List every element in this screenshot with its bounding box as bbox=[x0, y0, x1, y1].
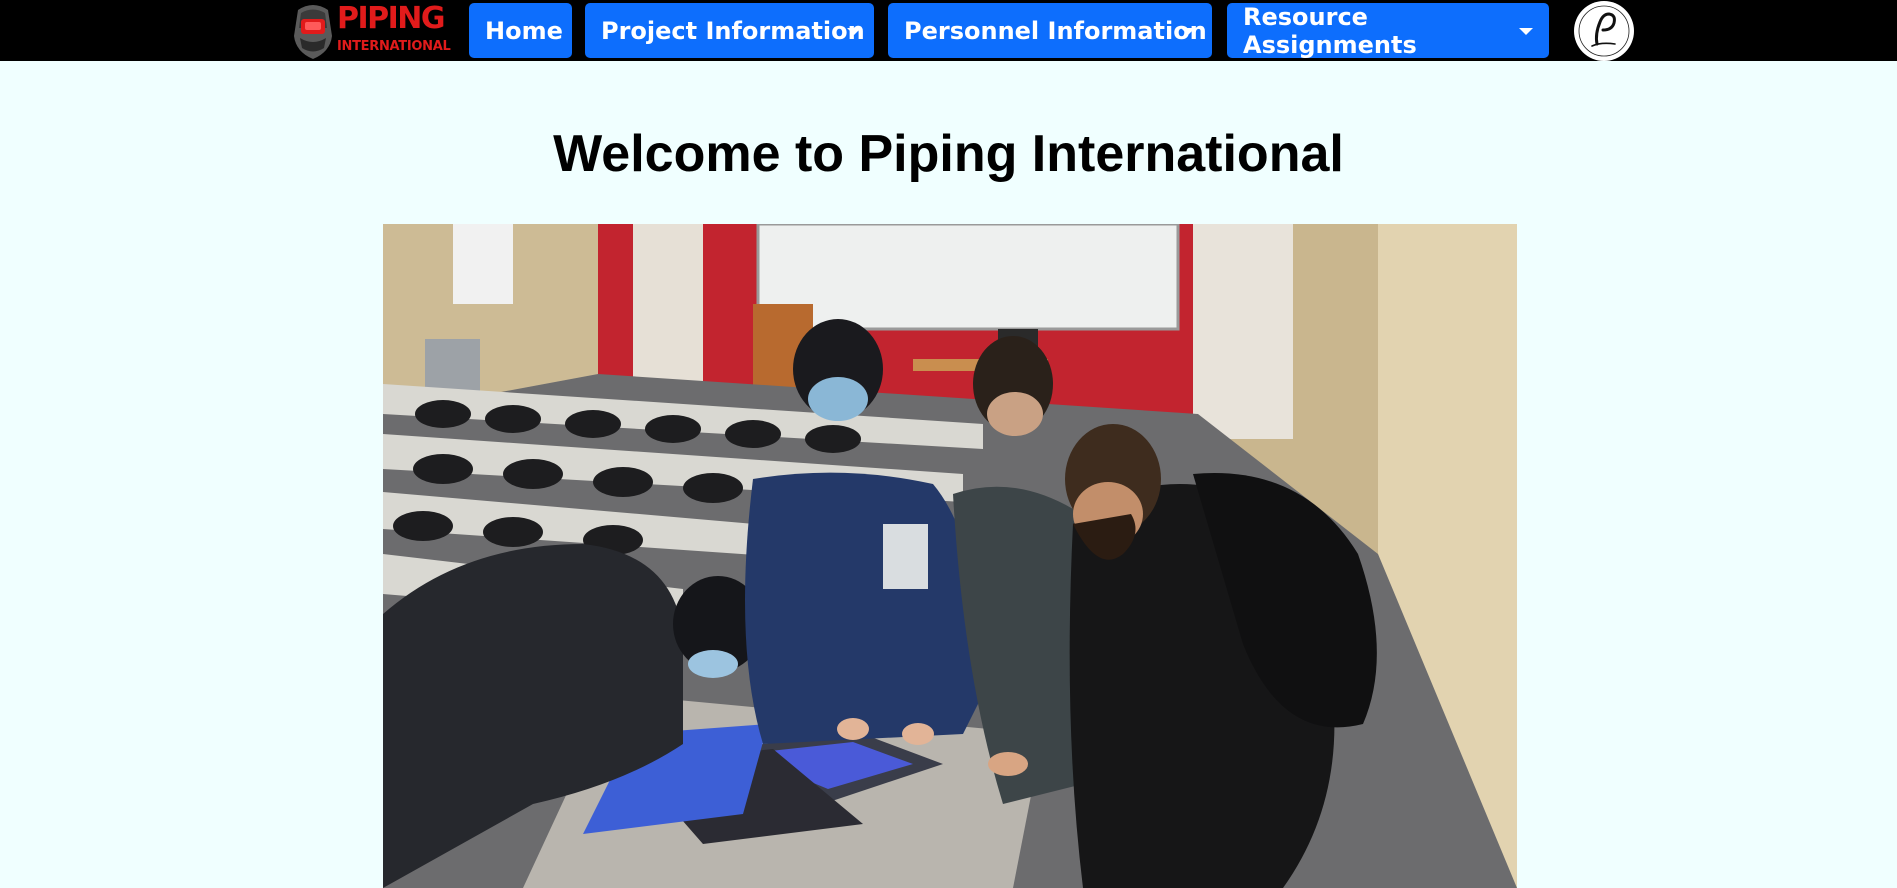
caret-down-icon bbox=[847, 28, 861, 35]
nav-personnel-information-dropdown[interactable]: Personnel Information bbox=[888, 3, 1212, 58]
brand-subtitle: INTERNATIONAL bbox=[337, 39, 451, 54]
nav-home-label: Home bbox=[485, 16, 563, 45]
page-title: Welcome to Piping International bbox=[553, 125, 1344, 183]
nav-project-information-label: Project Information bbox=[601, 16, 865, 45]
nav-resource-assignments-dropdown[interactable]: Resource Assignments bbox=[1227, 2, 1549, 59]
nav-home-button[interactable]: Home bbox=[469, 3, 572, 58]
nav-project-information-dropdown[interactable]: Project Information bbox=[585, 3, 874, 58]
caret-down-icon bbox=[1181, 28, 1195, 35]
nav-resource-assignments-label: Resource Assignments bbox=[1243, 2, 1417, 59]
nav-personnel-information-label: Personnel Information bbox=[904, 16, 1207, 45]
hero-photo bbox=[383, 224, 1517, 888]
brand-name: PIPING bbox=[337, 1, 446, 36]
group-photo-image bbox=[383, 224, 1517, 888]
profile-avatar[interactable] bbox=[1571, 0, 1637, 61]
caret-down-icon bbox=[1519, 28, 1533, 35]
welding-helmet-icon bbox=[294, 5, 332, 59]
brand-logo[interactable]: PIPING INTERNATIONAL bbox=[289, 0, 453, 61]
monogram-p-icon bbox=[1574, 1, 1634, 61]
top-navbar: PIPING INTERNATIONAL Home Project Inform… bbox=[0, 0, 1897, 61]
